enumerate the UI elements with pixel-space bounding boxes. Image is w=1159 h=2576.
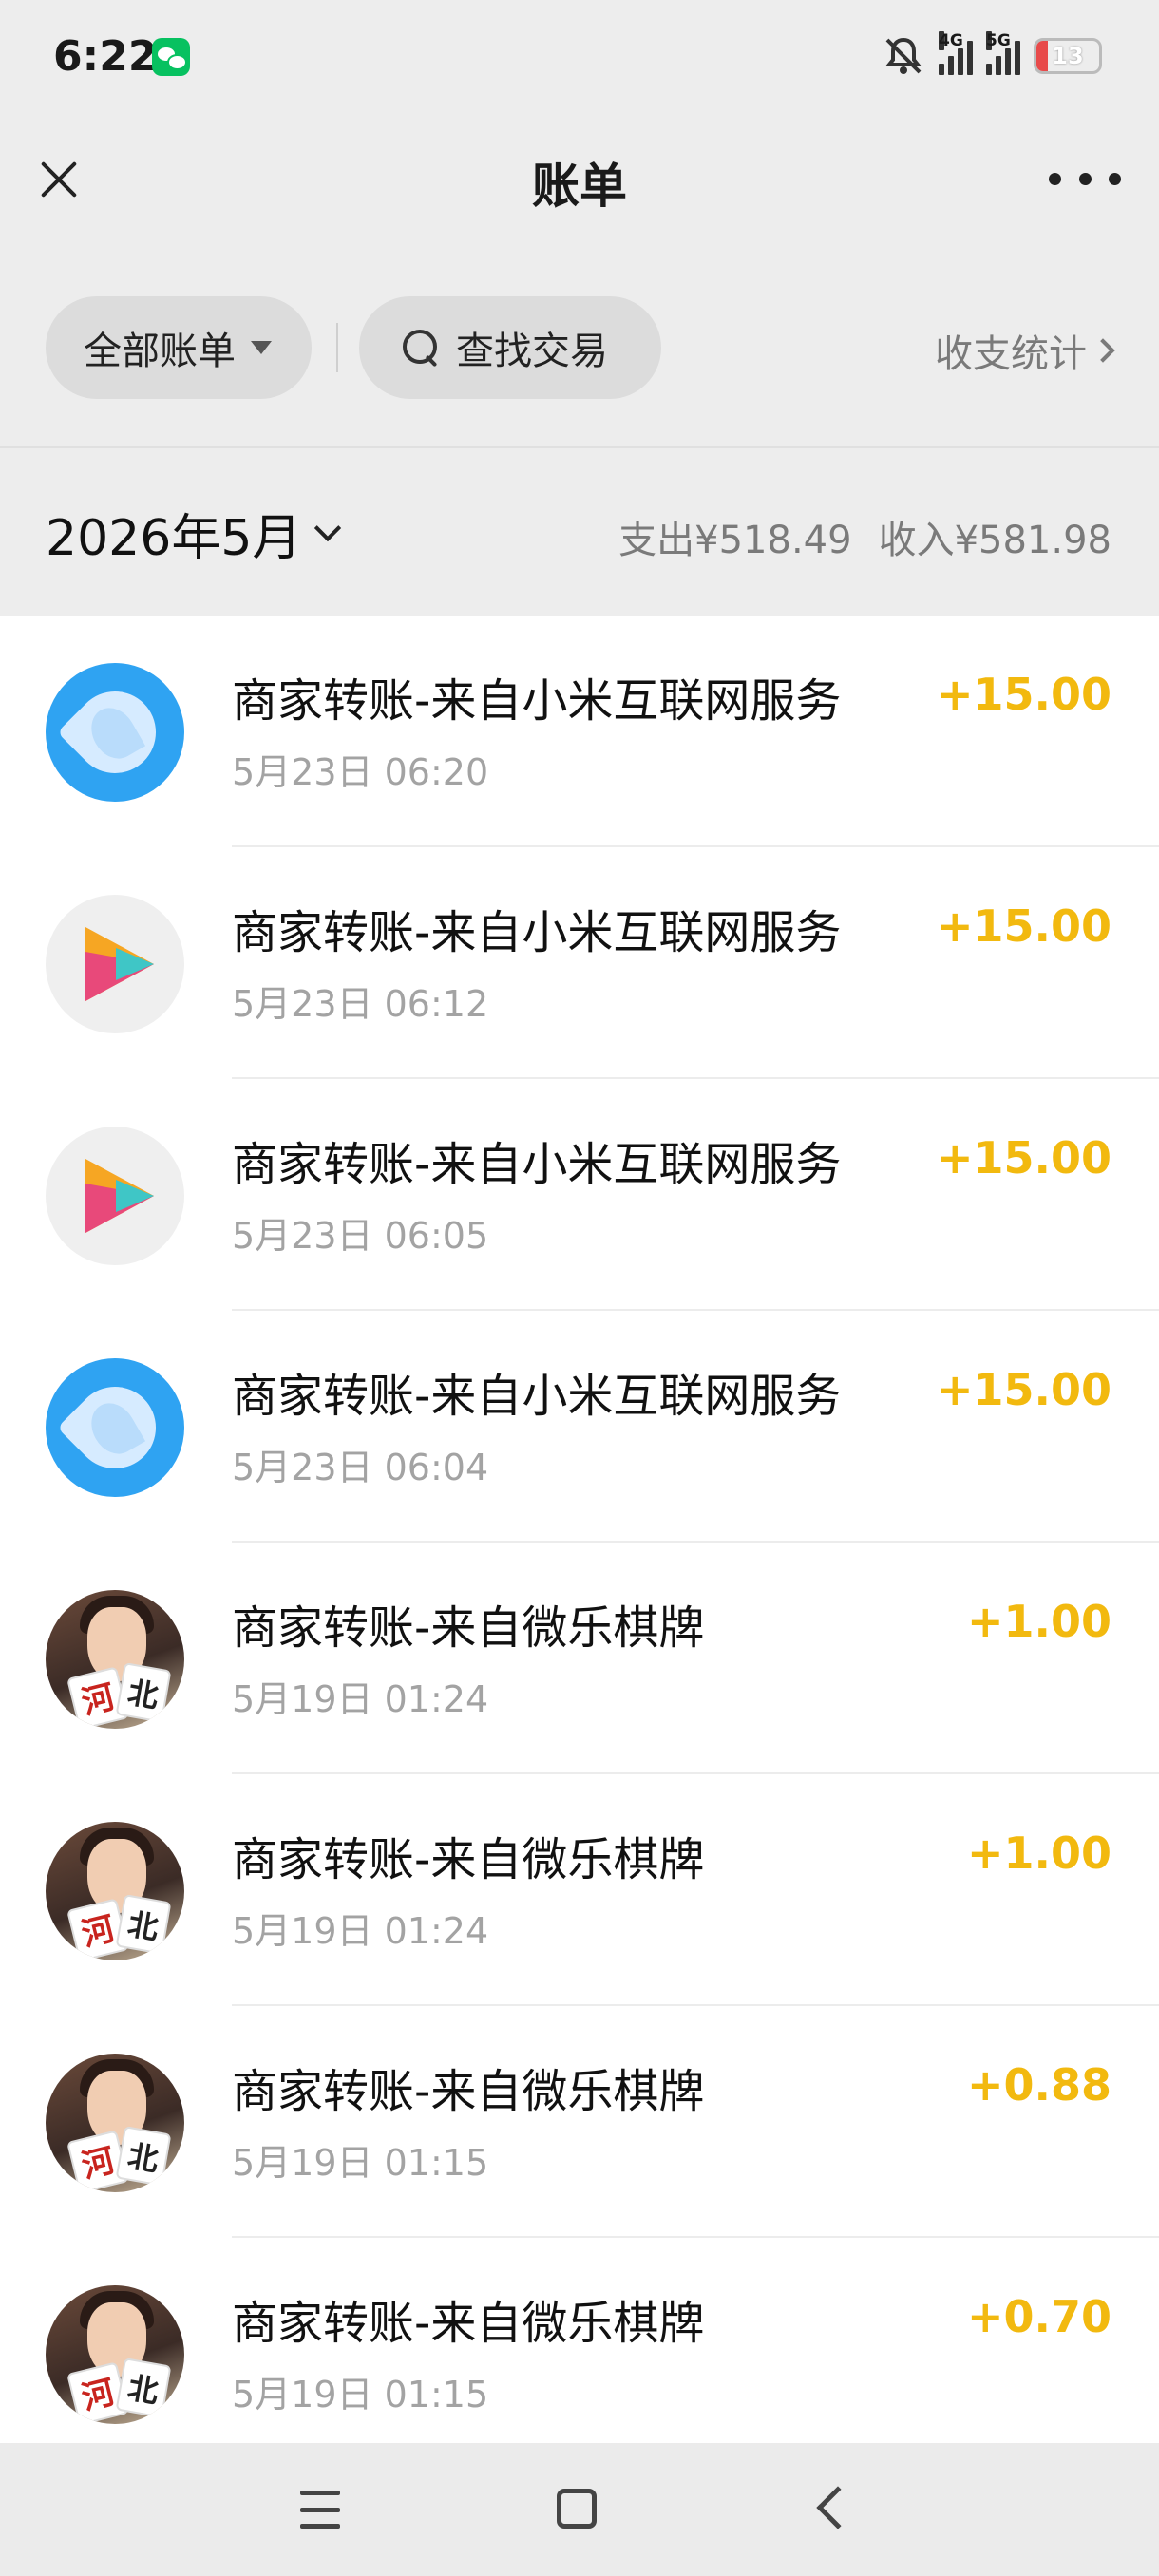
search-transactions-button[interactable]: 查找交易 bbox=[359, 296, 661, 399]
all-bills-filter-button[interactable]: 全部账单 bbox=[46, 296, 312, 399]
transaction-title: 商家转账-来自微乐棋牌 bbox=[232, 1833, 705, 1886]
transaction-title: 商家转账-来自微乐棋牌 bbox=[232, 2297, 705, 2350]
signal-5g-icon: 5G bbox=[986, 31, 1020, 75]
nav-bar: 账单 bbox=[0, 114, 1159, 247]
transaction-title: 商家转账-来自小米互联网服务 bbox=[232, 1370, 842, 1423]
network-4g-label: 4G bbox=[939, 31, 963, 50]
transaction-amount: +15.00 bbox=[936, 1132, 1112, 1184]
signal-4g-icon: 4G bbox=[939, 31, 973, 75]
transaction-amount: +15.00 bbox=[936, 1364, 1112, 1415]
transaction-row[interactable]: 商家转账-来自小米互联网服务 5月23日 06:05 +15.00 bbox=[0, 1079, 1159, 1311]
transaction-time: 5月19日 01:15 bbox=[232, 2142, 489, 2184]
status-bar: 6:22 4G 5G 13 bbox=[0, 0, 1159, 114]
dropdown-caret-icon bbox=[251, 341, 272, 354]
transaction-row[interactable]: 河 北 商家转账-来自微乐棋牌 5月19日 01:15 +0.88 bbox=[0, 2006, 1159, 2238]
more-options-icon[interactable] bbox=[1049, 161, 1121, 196]
transaction-time: 5月23日 06:12 bbox=[232, 983, 489, 1025]
transaction-row[interactable]: 商家转账-来自小米互联网服务 5月23日 06:12 +15.00 bbox=[0, 847, 1159, 1079]
filter-bar: 全部账单 查找交易 收支统计 bbox=[0, 285, 1159, 418]
chevron-down-icon bbox=[314, 514, 342, 541]
video-app-icon bbox=[46, 895, 184, 1033]
transaction-time: 5月23日 06:04 bbox=[232, 1447, 489, 1488]
month-label: 2026年5月 bbox=[46, 510, 302, 567]
transaction-row[interactable]: 河 北 商家转账-来自微乐棋牌 5月19日 01:24 +1.00 bbox=[0, 1774, 1159, 2006]
all-bills-label: 全部账单 bbox=[84, 330, 236, 373]
transaction-row[interactable]: 河 北 商家转账-来自微乐棋牌 5月19日 01:24 +1.00 bbox=[0, 1543, 1159, 1774]
transaction-time: 5月19日 01:24 bbox=[232, 1910, 489, 1952]
transaction-row[interactable]: 商家转账-来自小米互联网服务 5月23日 06:20 +15.00 bbox=[0, 616, 1159, 847]
chevron-right-icon bbox=[1091, 338, 1115, 363]
avatar-card-text: 北 bbox=[115, 1662, 172, 1723]
transaction-time: 5月19日 01:24 bbox=[232, 1678, 489, 1720]
video-app-icon bbox=[46, 1127, 184, 1265]
transaction-row[interactable]: 商家转账-来自小米互联网服务 5月23日 06:04 +15.00 bbox=[0, 1311, 1159, 1543]
transaction-time: 5月19日 01:15 bbox=[232, 2374, 489, 2415]
avatar-card-text: 北 bbox=[115, 2126, 172, 2187]
transaction-list: 商家转账-来自小米互联网服务 5月23日 06:20 +15.00 商家转账-来… bbox=[0, 616, 1159, 2443]
system-navigation-bar bbox=[0, 2443, 1159, 2576]
game-avatar-icon: 河 北 bbox=[46, 1822, 184, 1960]
browser-app-icon bbox=[46, 663, 184, 802]
transaction-title: 商家转账-来自小米互联网服务 bbox=[232, 906, 842, 959]
transaction-row[interactable]: 河 北 商家转账-来自微乐棋牌 5月19日 01:15 +0.70 bbox=[0, 2238, 1159, 2443]
month-income: 收入¥581.98 bbox=[878, 519, 1112, 562]
month-summary: 支出¥518.49 收入¥581.98 bbox=[618, 509, 1112, 564]
transaction-title: 商家转账-来自微乐棋牌 bbox=[232, 2065, 705, 2118]
search-icon bbox=[401, 328, 441, 368]
transaction-title: 商家转账-来自小米互联网服务 bbox=[232, 674, 842, 728]
mute-bell-icon bbox=[882, 34, 925, 78]
transaction-time: 5月23日 06:20 bbox=[232, 751, 489, 793]
game-avatar-icon: 河 北 bbox=[46, 2285, 184, 2424]
transaction-amount: +0.70 bbox=[966, 2291, 1112, 2342]
filter-divider bbox=[336, 323, 338, 372]
stats-label: 收支统计 bbox=[935, 332, 1087, 376]
avatar-card-text: 北 bbox=[115, 1894, 172, 1955]
transaction-amount: +1.00 bbox=[966, 1596, 1112, 1647]
status-icons: 4G 5G 13 bbox=[882, 31, 1102, 78]
page-title: 账单 bbox=[532, 159, 627, 214]
browser-app-icon bbox=[46, 1358, 184, 1497]
search-label: 查找交易 bbox=[456, 330, 608, 373]
income-expense-stats-link[interactable]: 收支统计 bbox=[935, 323, 1115, 378]
transaction-amount: +0.88 bbox=[966, 2059, 1112, 2111]
transaction-amount: +15.00 bbox=[936, 900, 1112, 952]
recent-apps-menu-icon[interactable] bbox=[300, 2491, 340, 2529]
back-icon[interactable] bbox=[816, 2486, 860, 2529]
game-avatar-icon: 河 北 bbox=[46, 2054, 184, 2192]
transaction-title: 商家转账-来自小米互联网服务 bbox=[232, 1138, 842, 1191]
transaction-amount: +1.00 bbox=[966, 1828, 1112, 1879]
battery-icon: 13 bbox=[1034, 38, 1102, 74]
wechat-notification-icon bbox=[152, 38, 190, 76]
game-avatar-icon: 河 北 bbox=[46, 1590, 184, 1729]
status-time: 6:22 bbox=[53, 32, 158, 81]
transaction-title: 商家转账-来自微乐棋牌 bbox=[232, 1601, 705, 1655]
transaction-time: 5月23日 06:05 bbox=[232, 1215, 489, 1257]
month-selector[interactable]: 2026年5月 bbox=[46, 498, 342, 569]
network-5g-label: 5G bbox=[986, 31, 1011, 50]
battery-level: 13 bbox=[1052, 43, 1084, 69]
home-icon[interactable] bbox=[557, 2489, 597, 2529]
transaction-amount: +15.00 bbox=[936, 669, 1112, 720]
month-expense: 支出¥518.49 bbox=[618, 519, 852, 562]
avatar-card-text: 北 bbox=[115, 2358, 172, 2418]
month-header: 2026年5月 支出¥518.49 收入¥581.98 bbox=[0, 448, 1159, 616]
